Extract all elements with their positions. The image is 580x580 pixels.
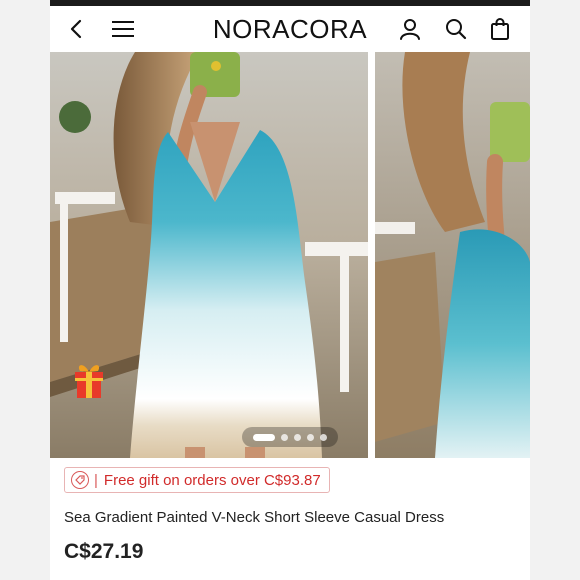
user-icon xyxy=(400,19,420,40)
gift-promo-button[interactable] xyxy=(72,360,106,400)
product-image-carousel[interactable] xyxy=(50,52,530,458)
tag-icon xyxy=(71,471,89,489)
free-gift-banner[interactable]: | Free gift on orders over C$93.87 xyxy=(64,467,330,493)
promo-text: Free gift on orders over C$93.87 xyxy=(103,471,321,489)
carousel-dot-active[interactable] xyxy=(253,433,275,441)
carousel-dot[interactable] xyxy=(320,433,327,441)
carousel-dot[interactable] xyxy=(294,433,301,441)
product-title: Sea Gradient Painted V-Neck Short Sleeve… xyxy=(64,509,445,526)
product-page: NORACORA | Free gift on orders over C$93… xyxy=(50,0,530,580)
carousel-indicator[interactable] xyxy=(242,427,338,447)
search-icon xyxy=(446,19,467,40)
carousel-dot[interactable] xyxy=(281,433,288,441)
dress-photo-illustration-2 xyxy=(375,52,530,458)
account-button[interactable] xyxy=(393,12,427,46)
screenshot-frame: NORACORA | Free gift on orders over C$93… xyxy=(0,0,580,580)
carousel-dot[interactable] xyxy=(307,433,314,441)
product-image-next[interactable] xyxy=(375,52,530,458)
product-price: C$27.19 xyxy=(64,540,144,563)
shopping-bag-icon xyxy=(491,18,509,40)
promo-divider: | xyxy=(94,471,98,489)
gift-box-icon xyxy=(75,365,103,398)
cart-button[interactable] xyxy=(483,12,517,46)
search-button[interactable] xyxy=(439,12,473,46)
top-header: NORACORA xyxy=(50,6,530,52)
